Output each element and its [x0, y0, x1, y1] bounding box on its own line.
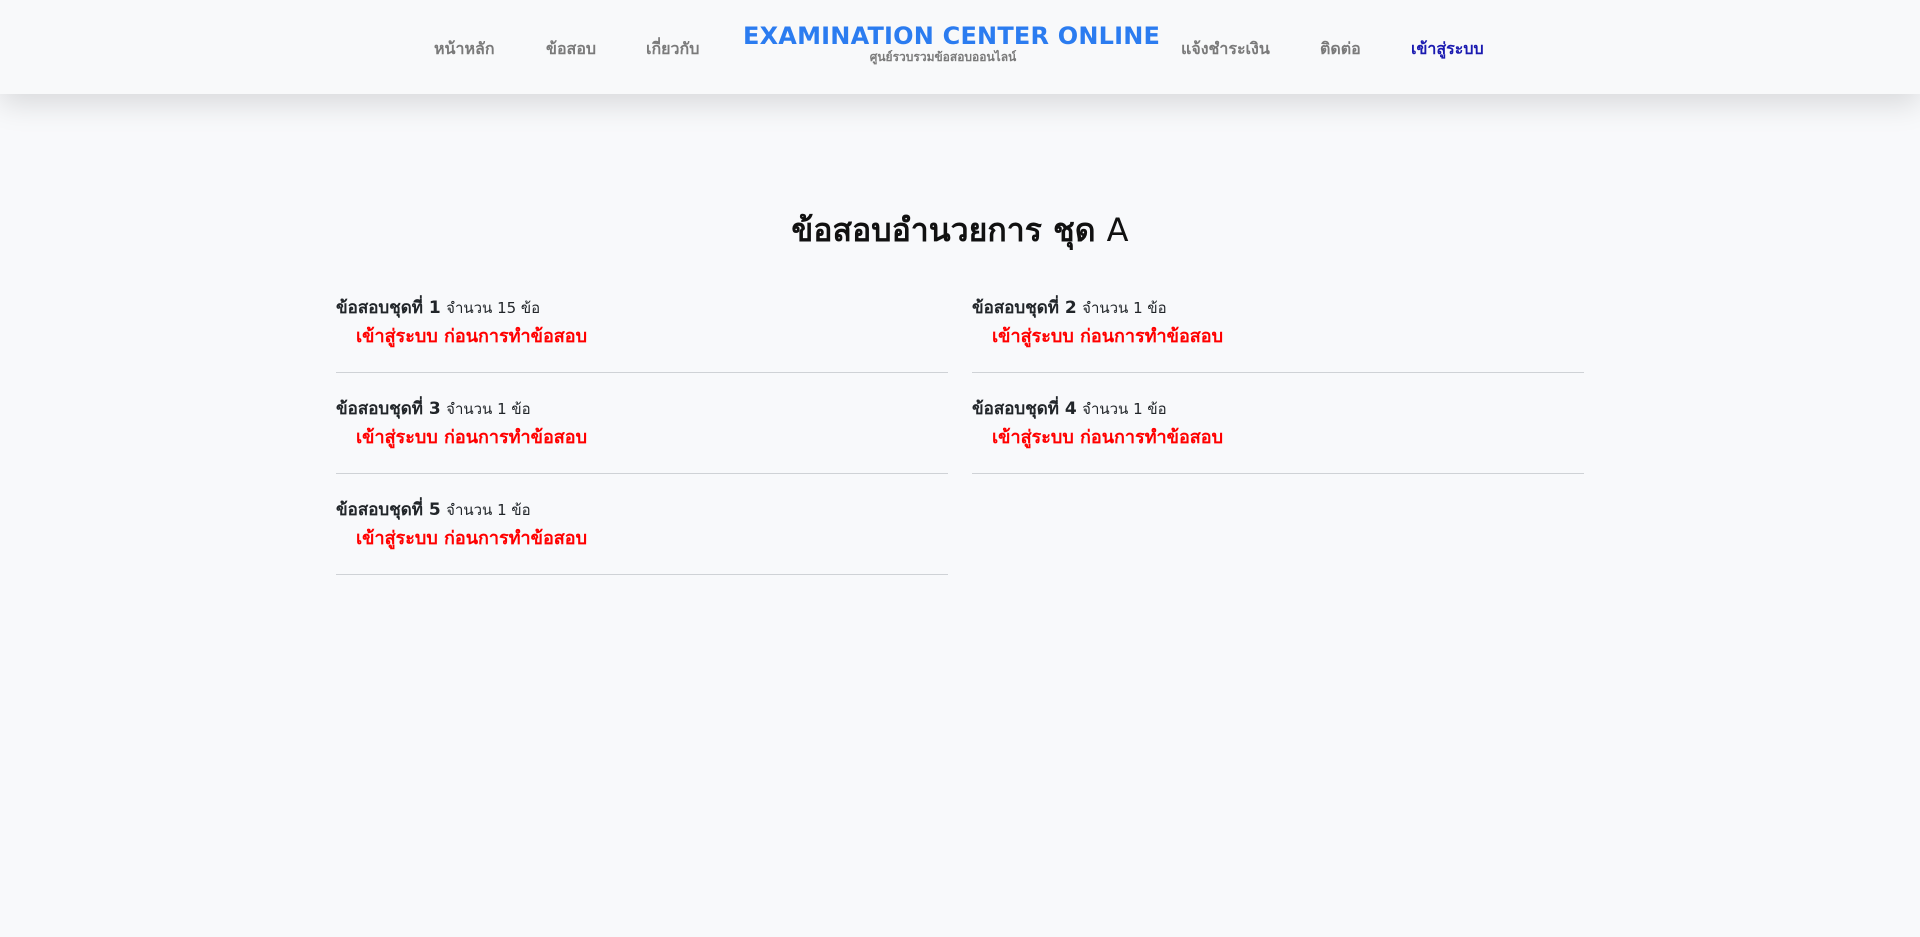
exam-question-count: จำนวน 1 ข้อ: [446, 400, 531, 418]
exam-question-count: จำนวน 1 ข้อ: [1082, 400, 1167, 418]
exam-item-1: ข้อสอบชุดที่ 1 จำนวน 15 ข้อ เข้าสู่ระบบ …: [336, 272, 948, 373]
exam-label: ข้อสอบชุดที่ 3 จำนวน 1 ข้อ: [336, 395, 531, 422]
nav-exams-link[interactable]: ข้อสอบ: [546, 37, 596, 62]
exam-item-4: ข้อสอบชุดที่ 4 จำนวน 1 ข้อ เข้าสู่ระบบ ก…: [972, 373, 1584, 474]
page-title-suffix: A: [1106, 211, 1129, 249]
page-title-main: ข้อสอบอำนวยการ ชุด: [791, 211, 1096, 249]
exam-question-count: จำนวน 1 ข้อ: [1082, 299, 1167, 317]
brand-subtitle: ศูนย์รวบรวมข้อสอบออนไลน์: [869, 50, 1017, 64]
exam-question-count: จำนวน 15 ข้อ: [446, 299, 541, 317]
nav-about-link[interactable]: เกี่ยวกับ: [646, 37, 699, 62]
page-title: ข้อสอบอำนวยการ ชุด A: [0, 208, 1920, 252]
nav-home-link[interactable]: หน้าหลัก: [434, 37, 495, 62]
exam-login-link[interactable]: เข้าสู่ระบบ ก่อนการทำข้อสอบ: [356, 321, 587, 350]
exam-login-link[interactable]: เข้าสู่ระบบ ก่อนการทำข้อสอบ: [356, 422, 587, 451]
exam-item-5: ข้อสอบชุดที่ 5 จำนวน 1 ข้อ เข้าสู่ระบบ ก…: [336, 474, 948, 575]
exam-login-link[interactable]: เข้าสู่ระบบ ก่อนการทำข้อสอบ: [992, 321, 1223, 350]
exam-label: ข้อสอบชุดที่ 5 จำนวน 1 ข้อ: [336, 496, 531, 523]
exam-name: ข้อสอบชุดที่ 3: [336, 399, 441, 419]
top-navbar: หน้าหลัก ข้อสอบ เกี่ยวกับ EXAMINATION CE…: [0, 0, 1920, 94]
exam-label: ข้อสอบชุดที่ 4 จำนวน 1 ข้อ: [972, 395, 1167, 422]
nav-contact-link[interactable]: ติดต่อ: [1320, 37, 1361, 62]
exam-name: ข้อสอบชุดที่ 2: [972, 298, 1077, 318]
exam-item-2: ข้อสอบชุดที่ 2 จำนวน 1 ข้อ เข้าสู่ระบบ ก…: [972, 272, 1584, 373]
nav-payment-link[interactable]: แจ้งชำระเงิน: [1181, 37, 1270, 62]
brand-logo-link[interactable]: EXAMINATION CENTER ONLINE ศูนย์รวบรวมข้อ…: [743, 22, 1161, 67]
exam-name: ข้อสอบชุดที่ 1: [336, 298, 441, 318]
exam-login-link[interactable]: เข้าสู่ระบบ ก่อนการทำข้อสอบ: [992, 422, 1223, 451]
exam-question-count: จำนวน 1 ข้อ: [446, 501, 531, 519]
brand-title: EXAMINATION CENTER ONLINE: [743, 22, 1161, 50]
exam-login-link[interactable]: เข้าสู่ระบบ ก่อนการทำข้อสอบ: [356, 523, 587, 552]
exam-item-3: ข้อสอบชุดที่ 3 จำนวน 1 ข้อ เข้าสู่ระบบ ก…: [336, 373, 948, 474]
exam-label: ข้อสอบชุดที่ 2 จำนวน 1 ข้อ: [972, 294, 1167, 321]
exam-name: ข้อสอบชุดที่ 5: [336, 500, 441, 520]
exam-label: ข้อสอบชุดที่ 1 จำนวน 15 ข้อ: [336, 294, 540, 321]
exam-name: ข้อสอบชุดที่ 4: [972, 399, 1077, 419]
nav-login-link[interactable]: เข้าสู่ระบบ: [1411, 37, 1484, 62]
